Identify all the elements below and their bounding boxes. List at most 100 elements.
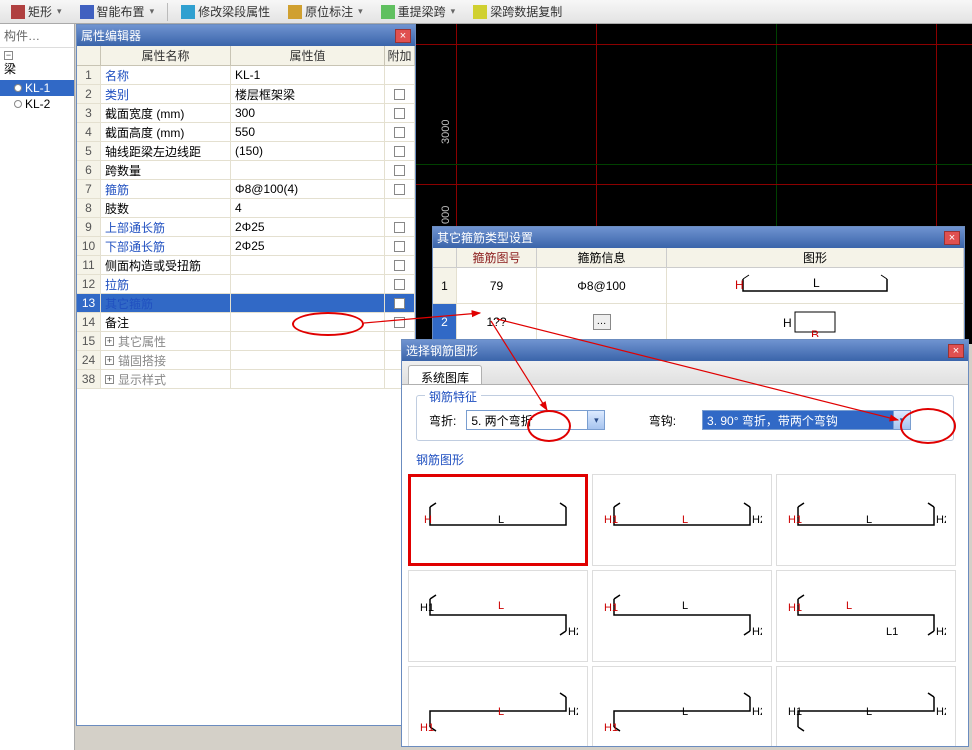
property-value[interactable]: 550 [231, 123, 385, 141]
property-group-row[interactable]: 38+显示样式 [77, 370, 415, 389]
tool-modify[interactable]: 修改梁段属性 [174, 0, 277, 23]
checkbox[interactable] [394, 222, 405, 233]
stirrup-row[interactable]: 179Φ8@100HL [433, 268, 964, 304]
property-value[interactable]: KL-1 [231, 66, 385, 84]
checkbox[interactable] [394, 260, 405, 271]
checkbox[interactable] [394, 317, 405, 328]
checkbox[interactable] [394, 279, 405, 290]
stirrup-row[interactable]: 21??…HB [433, 304, 964, 340]
stirrup-code[interactable]: 79 [457, 268, 537, 303]
property-row[interactable]: 4截面高度 (mm)550 [77, 123, 415, 142]
close-icon[interactable]: × [948, 344, 964, 358]
separator [167, 3, 168, 21]
close-icon[interactable]: × [395, 29, 411, 43]
property-value[interactable] [231, 161, 385, 179]
rebar-characteristics-group: 钢筋特征 弯折: ▾ 弯钩: ▾ [416, 395, 954, 441]
tab-system-library[interactable]: 系统图库 [408, 365, 482, 384]
shape-option[interactable]: H1LH2 [592, 666, 772, 746]
tool-rect[interactable]: 矩形▾ [4, 0, 69, 23]
property-row[interactable]: 6跨数量 [77, 161, 415, 180]
checkbox[interactable] [394, 241, 405, 252]
other-stirrup-title-bar[interactable]: 其它箍筋类型设置 × [433, 227, 964, 248]
svg-text:H: H [735, 278, 744, 292]
shape-option[interactable]: H1LL1H2 [776, 570, 956, 662]
tool-reextract[interactable]: 重提梁跨▾ [374, 0, 463, 23]
stirrup-shape: HL [667, 268, 964, 303]
tool-copy[interactable]: 梁跨数据复制 [466, 0, 569, 23]
bend-input[interactable] [467, 411, 587, 429]
property-value[interactable] [231, 313, 385, 331]
property-body[interactable]: 1名称KL-12类别楼层框架梁3截面宽度 (mm)3004截面高度 (mm)55… [77, 66, 415, 725]
property-editor-window: 属性编辑器 × 属性名称 属性值 附加 1名称KL-12类别楼层框架梁3截面宽度… [76, 24, 416, 726]
shape-option[interactable]: H1LH2 [776, 666, 956, 746]
property-value[interactable]: Φ8@100(4) [231, 180, 385, 198]
svg-text:H1: H1 [788, 602, 802, 614]
property-value[interactable] [231, 275, 385, 293]
checkbox[interactable] [394, 127, 405, 138]
shape-option[interactable]: H1LH2 [408, 666, 588, 746]
stirrup-info[interactable]: … [537, 304, 667, 339]
shape-option[interactable]: HL [408, 474, 588, 566]
property-editor-title-bar[interactable]: 属性编辑器 × [77, 25, 415, 46]
close-icon[interactable]: × [944, 231, 960, 245]
select-shape-title-bar[interactable]: 选择钢筋图形 × [402, 340, 968, 361]
chevron-down-icon[interactable]: ▾ [893, 411, 910, 429]
property-row[interactable]: 10下部通长筋2Φ25 [77, 237, 415, 256]
property-value[interactable]: 楼层框架梁 [231, 85, 385, 103]
property-value[interactable] [231, 256, 385, 274]
property-value[interactable]: (150) [231, 142, 385, 160]
hook-combo[interactable]: ▾ [702, 410, 911, 430]
tool-orig-note[interactable]: 原位标注▾ [281, 0, 370, 23]
property-row[interactable]: 2类别楼层框架梁 [77, 85, 415, 104]
checkbox[interactable] [394, 89, 405, 100]
plus-icon[interactable]: + [105, 356, 114, 365]
tree-toggle-icon[interactable]: − [4, 51, 13, 60]
tree-item[interactable]: KL-1 [0, 80, 74, 96]
property-value[interactable]: 300 [231, 104, 385, 122]
chevron-down-icon: ▾ [358, 6, 363, 17]
property-row[interactable]: 8肢数4 [77, 199, 415, 218]
property-value[interactable]: 2Φ25 [231, 218, 385, 236]
property-group-row[interactable]: 24+锚固搭接 [77, 351, 415, 370]
property-value[interactable] [231, 294, 385, 312]
tree-root[interactable]: −梁 [0, 48, 74, 80]
bend-combo[interactable]: ▾ [466, 410, 605, 430]
property-row[interactable]: 9上部通长筋2Φ25 [77, 218, 415, 237]
property-row[interactable]: 7箍筋Φ8@100(4) [77, 180, 415, 199]
property-row[interactable]: 1名称KL-1 [77, 66, 415, 85]
property-row[interactable]: 12拉筋 [77, 275, 415, 294]
property-value[interactable]: 4 [231, 199, 385, 217]
shape-option[interactable]: H1LH2 [408, 570, 588, 662]
property-value[interactable]: 2Φ25 [231, 237, 385, 255]
shape-option[interactable]: H1LH2 [592, 570, 772, 662]
checkbox[interactable] [394, 108, 405, 119]
checkbox[interactable] [394, 298, 405, 309]
checkbox[interactable] [394, 165, 405, 176]
property-row[interactable]: 5轴线距梁左边线距(150) [77, 142, 415, 161]
property-row[interactable]: 3截面宽度 (mm)300 [77, 104, 415, 123]
tree-item[interactable]: KL-2 [0, 96, 74, 112]
svg-text:L: L [498, 706, 504, 718]
bullet-icon [14, 84, 22, 92]
checkbox[interactable] [394, 184, 405, 195]
property-row[interactable]: 13其它箍筋 [77, 294, 415, 313]
stirrup-shape: HB [667, 304, 964, 339]
property-row[interactable]: 14备注 [77, 313, 415, 332]
chevron-down-icon[interactable]: ▾ [587, 411, 604, 429]
property-row[interactable]: 11侧面构造或受扭筋 [77, 256, 415, 275]
tree-panel: 构件… −梁 KL-1KL-2 [0, 24, 75, 750]
stirrup-info[interactable]: Φ8@100 [537, 268, 667, 303]
plus-icon[interactable]: + [105, 337, 114, 346]
shape-option[interactable]: H1LH2 [592, 474, 772, 566]
plus-icon[interactable]: + [105, 375, 114, 384]
more-button[interactable]: … [593, 314, 611, 330]
svg-text:H: H [783, 316, 792, 330]
hook-input[interactable] [703, 411, 893, 429]
checkbox[interactable] [394, 146, 405, 157]
stirrup-code[interactable]: 1?? [457, 304, 537, 339]
property-group-row[interactable]: 15+其它属性 [77, 332, 415, 351]
shape-option[interactable]: H1LH2 [776, 474, 956, 566]
svg-text:L: L [682, 514, 688, 526]
tool-smart[interactable]: 智能布置▾ [73, 0, 162, 23]
svg-text:L: L [846, 600, 852, 612]
